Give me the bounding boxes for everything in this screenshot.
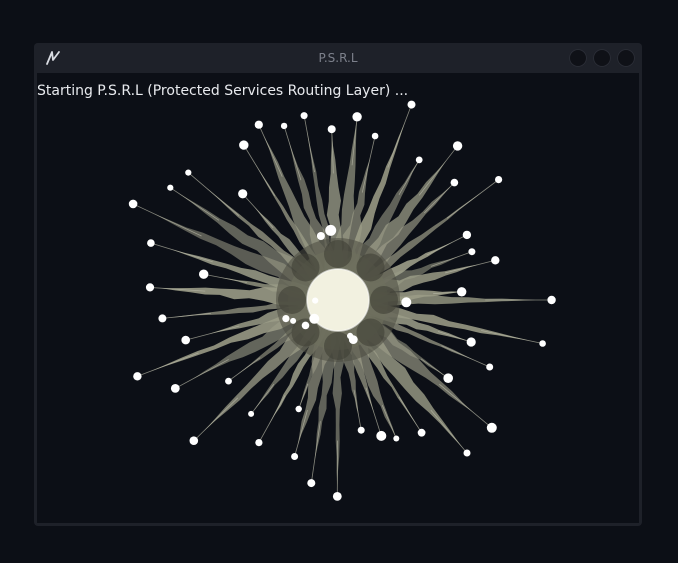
- burst-particle: [255, 439, 263, 447]
- burst-trail: [426, 234, 468, 256]
- burst-particle: [128, 199, 138, 209]
- burst-trail: [137, 352, 199, 377]
- burst-particle: [415, 156, 423, 164]
- burst-trail: [481, 330, 543, 344]
- burst-particle: [407, 100, 416, 109]
- burst-particle: [248, 410, 255, 417]
- burst-particle: [199, 269, 209, 279]
- burst-particle: [357, 426, 365, 434]
- app-window: P.S.R.L Starting P.S.R.L (Protected Serv…: [34, 43, 642, 526]
- burst-inner-particle: [348, 335, 358, 344]
- close-button[interactable]: [617, 49, 635, 67]
- burst-particle: [466, 337, 476, 347]
- burst-inner-particle: [309, 313, 320, 324]
- burst-trail: [437, 331, 472, 343]
- minimize-button[interactable]: [569, 49, 587, 67]
- burst-inner-particle: [401, 297, 412, 308]
- burst-particle: [145, 283, 155, 292]
- burst-trail: [430, 251, 473, 267]
- title-bar[interactable]: P.S.R.L: [34, 43, 642, 73]
- burst-particle: [457, 287, 467, 297]
- burst-particle: [463, 449, 471, 457]
- burst-particle: [547, 295, 556, 305]
- burst-ring-segment: [324, 240, 352, 268]
- burst-particle: [443, 373, 454, 384]
- burst-particle: [167, 184, 174, 191]
- loading-burst-animation: [128, 100, 556, 501]
- burst-particle: [158, 314, 167, 323]
- burst-trail: [258, 395, 286, 443]
- burst-ring-segment: [278, 286, 306, 314]
- burst-trail: [258, 124, 283, 177]
- burst-trail: [387, 104, 412, 168]
- burst-particle: [327, 125, 336, 134]
- burst-particle: [486, 363, 494, 371]
- window-title: P.S.R.L: [318, 51, 358, 65]
- burst-trail: [430, 409, 468, 454]
- burst-particle: [170, 384, 180, 393]
- burst-trail: [439, 383, 493, 429]
- burst-particle: [486, 422, 497, 433]
- burst-trail: [193, 397, 239, 442]
- burst-inner-particle: [301, 321, 310, 330]
- burst-particle: [300, 112, 308, 120]
- burst-trail: [310, 421, 321, 484]
- burst-ring-segment: [370, 286, 398, 314]
- burst-particle: [417, 428, 426, 437]
- burst-ring-segment: [291, 253, 320, 282]
- burst-particle: [452, 141, 463, 151]
- burst-particle: [181, 335, 190, 345]
- burst-inner-particle: [316, 232, 325, 240]
- burst-trail: [162, 312, 211, 319]
- burst-trail: [353, 389, 362, 431]
- burst-trail: [175, 359, 229, 389]
- burst-inner-particle: [312, 297, 319, 304]
- burst-particle: [332, 492, 342, 501]
- maximize-button[interactable]: [593, 49, 611, 67]
- burst-trail: [445, 259, 496, 274]
- burst-trail: [132, 203, 202, 237]
- burst-particle: [185, 169, 192, 176]
- burst-trail: [250, 383, 275, 415]
- burst-particle: [133, 372, 142, 381]
- burst-particle: [225, 377, 232, 385]
- burst-particle: [352, 112, 362, 122]
- burst-trail: [441, 345, 490, 368]
- burst-trail: [283, 125, 302, 181]
- burst-particle: [539, 340, 546, 347]
- burst-particle: [147, 239, 155, 247]
- burst-inner-particle: [282, 315, 290, 323]
- burst-particle: [371, 132, 379, 140]
- burst-trail: [203, 273, 247, 283]
- burst-particle: [307, 479, 316, 488]
- burst-inner-particle: [290, 317, 297, 324]
- burst-trail: [418, 145, 458, 196]
- burst-particle: [291, 453, 299, 460]
- burst-particle: [393, 435, 400, 442]
- content-area: Starting P.S.R.L (Protected Services Rou…: [37, 73, 639, 523]
- burst-particle: [189, 436, 199, 446]
- burst-trail: [150, 242, 213, 263]
- burst-particle: [376, 430, 387, 441]
- burst-ring-segment: [356, 318, 385, 347]
- burst-ring-segment: [356, 253, 385, 282]
- burst-particle: [468, 248, 476, 256]
- burst-particle: [280, 122, 288, 130]
- burst-trail: [398, 159, 420, 195]
- burst-trail: [361, 135, 376, 193]
- burst-inner-particle: [325, 224, 337, 236]
- burst-particle: [254, 120, 263, 129]
- burst-trail: [294, 409, 308, 457]
- burst-trail: [243, 144, 276, 197]
- burst-particle: [295, 405, 302, 413]
- burst-particle: [238, 189, 248, 199]
- burst-particle: [462, 230, 472, 240]
- burst-particle: [495, 176, 503, 184]
- burst-particle: [239, 140, 249, 150]
- burst-trail: [188, 172, 240, 216]
- burst-particle: [450, 178, 459, 187]
- burst-trail: [303, 115, 315, 173]
- burst-particle: [491, 256, 500, 265]
